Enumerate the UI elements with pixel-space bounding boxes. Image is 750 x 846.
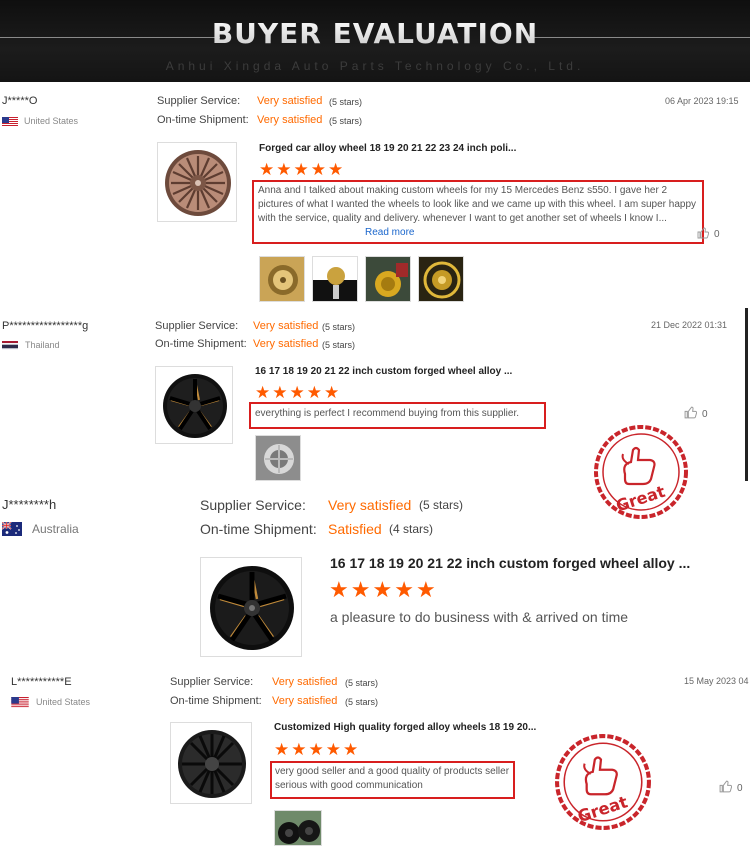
supplier-service-stars: (5 stars) — [329, 97, 363, 107]
supplier-service-value: Very satisfied — [328, 497, 412, 513]
thumb-up-icon — [684, 406, 698, 422]
page-title: BUYER EVALUATION — [0, 17, 750, 50]
product-title[interactable]: 16 17 18 19 20 21 22 inch custom forged … — [330, 555, 690, 571]
shipment-stars: (5 stars) — [345, 697, 379, 707]
review-comment: everything is perfect I recommend buying… — [255, 408, 520, 419]
reviewer-name: J*****O — [2, 95, 38, 107]
us-flag-icon — [2, 115, 18, 126]
supplier-service-label: Supplier Service: — [200, 497, 306, 513]
star-icon: ★ — [325, 740, 341, 759]
shipment-label: On-time Shipment: — [155, 338, 247, 350]
great-stamp-icon: Great — [554, 733, 652, 831]
star-icon: ★ — [328, 160, 344, 179]
header-banner: BUYER EVALUATION Anhui Xingda Auto Parts… — [0, 0, 750, 82]
shipment-label: On-time Shipment: — [170, 695, 262, 707]
us-flag-icon — [11, 696, 29, 708]
like-button[interactable]: 0 — [684, 406, 708, 422]
thumb-up-icon — [697, 227, 710, 242]
star-icon: ★ — [329, 577, 349, 602]
star-icon: ★ — [274, 740, 290, 759]
product-image[interactable] — [155, 366, 233, 444]
star-icon: ★ — [310, 160, 326, 179]
supplier-service-stars: (5 stars) — [345, 678, 379, 688]
star-icon: ★ — [306, 383, 322, 402]
thailand-flag-icon — [2, 339, 18, 350]
shipment-value: Very satisfied — [253, 338, 319, 350]
review-photo[interactable] — [365, 256, 411, 302]
review-photo[interactable] — [418, 256, 464, 302]
supplier-service-stars: (5 stars) — [322, 322, 356, 332]
supplier-service-value: Very satisfied — [272, 676, 338, 688]
shipment-stars: (5 stars) — [329, 116, 363, 126]
star-icon: ★ — [350, 577, 371, 602]
product-image[interactable] — [200, 557, 302, 657]
star-icon: ★ — [255, 383, 271, 402]
like-button[interactable]: 0 — [719, 780, 743, 796]
rating-stars: ★ ★ ★ ★ ★ — [329, 579, 436, 601]
product-image[interactable] — [157, 142, 237, 222]
star-icon: ★ — [291, 740, 307, 759]
reviewer-name: J********h — [2, 497, 57, 512]
like-button[interactable]: 0 — [697, 227, 720, 242]
star-icon: ★ — [415, 577, 436, 602]
thumb-up-icon — [719, 780, 733, 796]
read-more-link[interactable]: Read more — [363, 226, 417, 240]
review-comment-text: Anna and I talked about making custom wh… — [258, 185, 697, 224]
shipment-stars: (5 stars) — [322, 340, 356, 350]
supplier-service-label: Supplier Service: — [155, 320, 239, 332]
supplier-service-stars: (5 stars) — [419, 498, 464, 512]
review-date: 21 Dec 2022 01:31 — [651, 320, 728, 330]
reviewer-name: L***********E — [11, 676, 72, 688]
reviewer-name: P*****************g — [2, 320, 89, 332]
review-comment: Anna and I talked about making custom wh… — [258, 184, 698, 240]
review-photo[interactable] — [259, 256, 305, 302]
star-icon: ★ — [276, 160, 292, 179]
review-comment: a pleasure to do business with & arrived… — [330, 609, 629, 625]
rating-stars: ★ ★ ★ ★ ★ — [255, 384, 339, 401]
review-date: 15 May 2023 04 — [684, 676, 749, 686]
review-photo[interactable] — [274, 810, 322, 846]
great-stamp-icon: Great — [593, 424, 689, 520]
star-icon: ★ — [289, 383, 305, 402]
review-date: 06 Apr 2023 19:15 — [665, 96, 739, 106]
star-icon: ★ — [372, 577, 393, 602]
australia-flag-icon — [2, 522, 22, 536]
shipment-value: Satisfied — [328, 521, 382, 537]
shipment-stars: (4 stars) — [389, 522, 434, 536]
star-icon: ★ — [293, 160, 309, 179]
reviewer-country: Australia — [32, 522, 79, 536]
like-count: 0 — [714, 229, 720, 240]
product-image[interactable] — [170, 722, 252, 804]
star-icon: ★ — [324, 383, 340, 402]
shipment-label: On-time Shipment: — [200, 521, 317, 537]
product-title[interactable]: Customized High quality forged alloy whe… — [274, 722, 536, 733]
review-photo[interactable] — [312, 256, 358, 302]
star-icon: ★ — [259, 160, 275, 179]
product-title[interactable]: Forged car alloy wheel 18 19 20 21 22 23… — [259, 143, 516, 154]
star-icon: ★ — [343, 740, 359, 759]
rating-stars: ★ ★ ★ ★ ★ — [259, 161, 343, 178]
reviewer-country: Thailand — [25, 340, 60, 350]
reviewer-country: United States — [36, 697, 91, 707]
shipment-value: Very satisfied — [257, 114, 323, 126]
rating-stars: ★ ★ ★ ★ ★ — [274, 741, 358, 758]
reviewer-country: United States — [24, 116, 79, 126]
like-count: 0 — [737, 782, 743, 794]
review-photo[interactable] — [255, 435, 301, 481]
product-title[interactable]: 16 17 18 19 20 21 22 inch custom forged … — [255, 366, 512, 377]
star-icon: ★ — [394, 577, 414, 602]
review-comment: very good seller and a good quality of p… — [275, 766, 510, 791]
supplier-service-label: Supplier Service: — [170, 676, 254, 688]
supplier-service-value: Very satisfied — [253, 320, 319, 332]
like-count: 0 — [702, 408, 708, 420]
shipment-label: On-time Shipment: — [157, 114, 249, 126]
buyer-evaluation-page: BUYER EVALUATION Anhui Xingda Auto Parts… — [0, 0, 750, 846]
star-icon: ★ — [308, 740, 324, 759]
supplier-service-label: Supplier Service: — [157, 95, 241, 107]
shipment-value: Very satisfied — [272, 695, 338, 707]
scroll-indicator — [745, 308, 748, 481]
supplier-service-value: Very satisfied — [257, 95, 323, 107]
star-icon: ★ — [272, 383, 288, 402]
company-name: Anhui Xingda Auto Parts Technology Co., … — [165, 59, 585, 73]
